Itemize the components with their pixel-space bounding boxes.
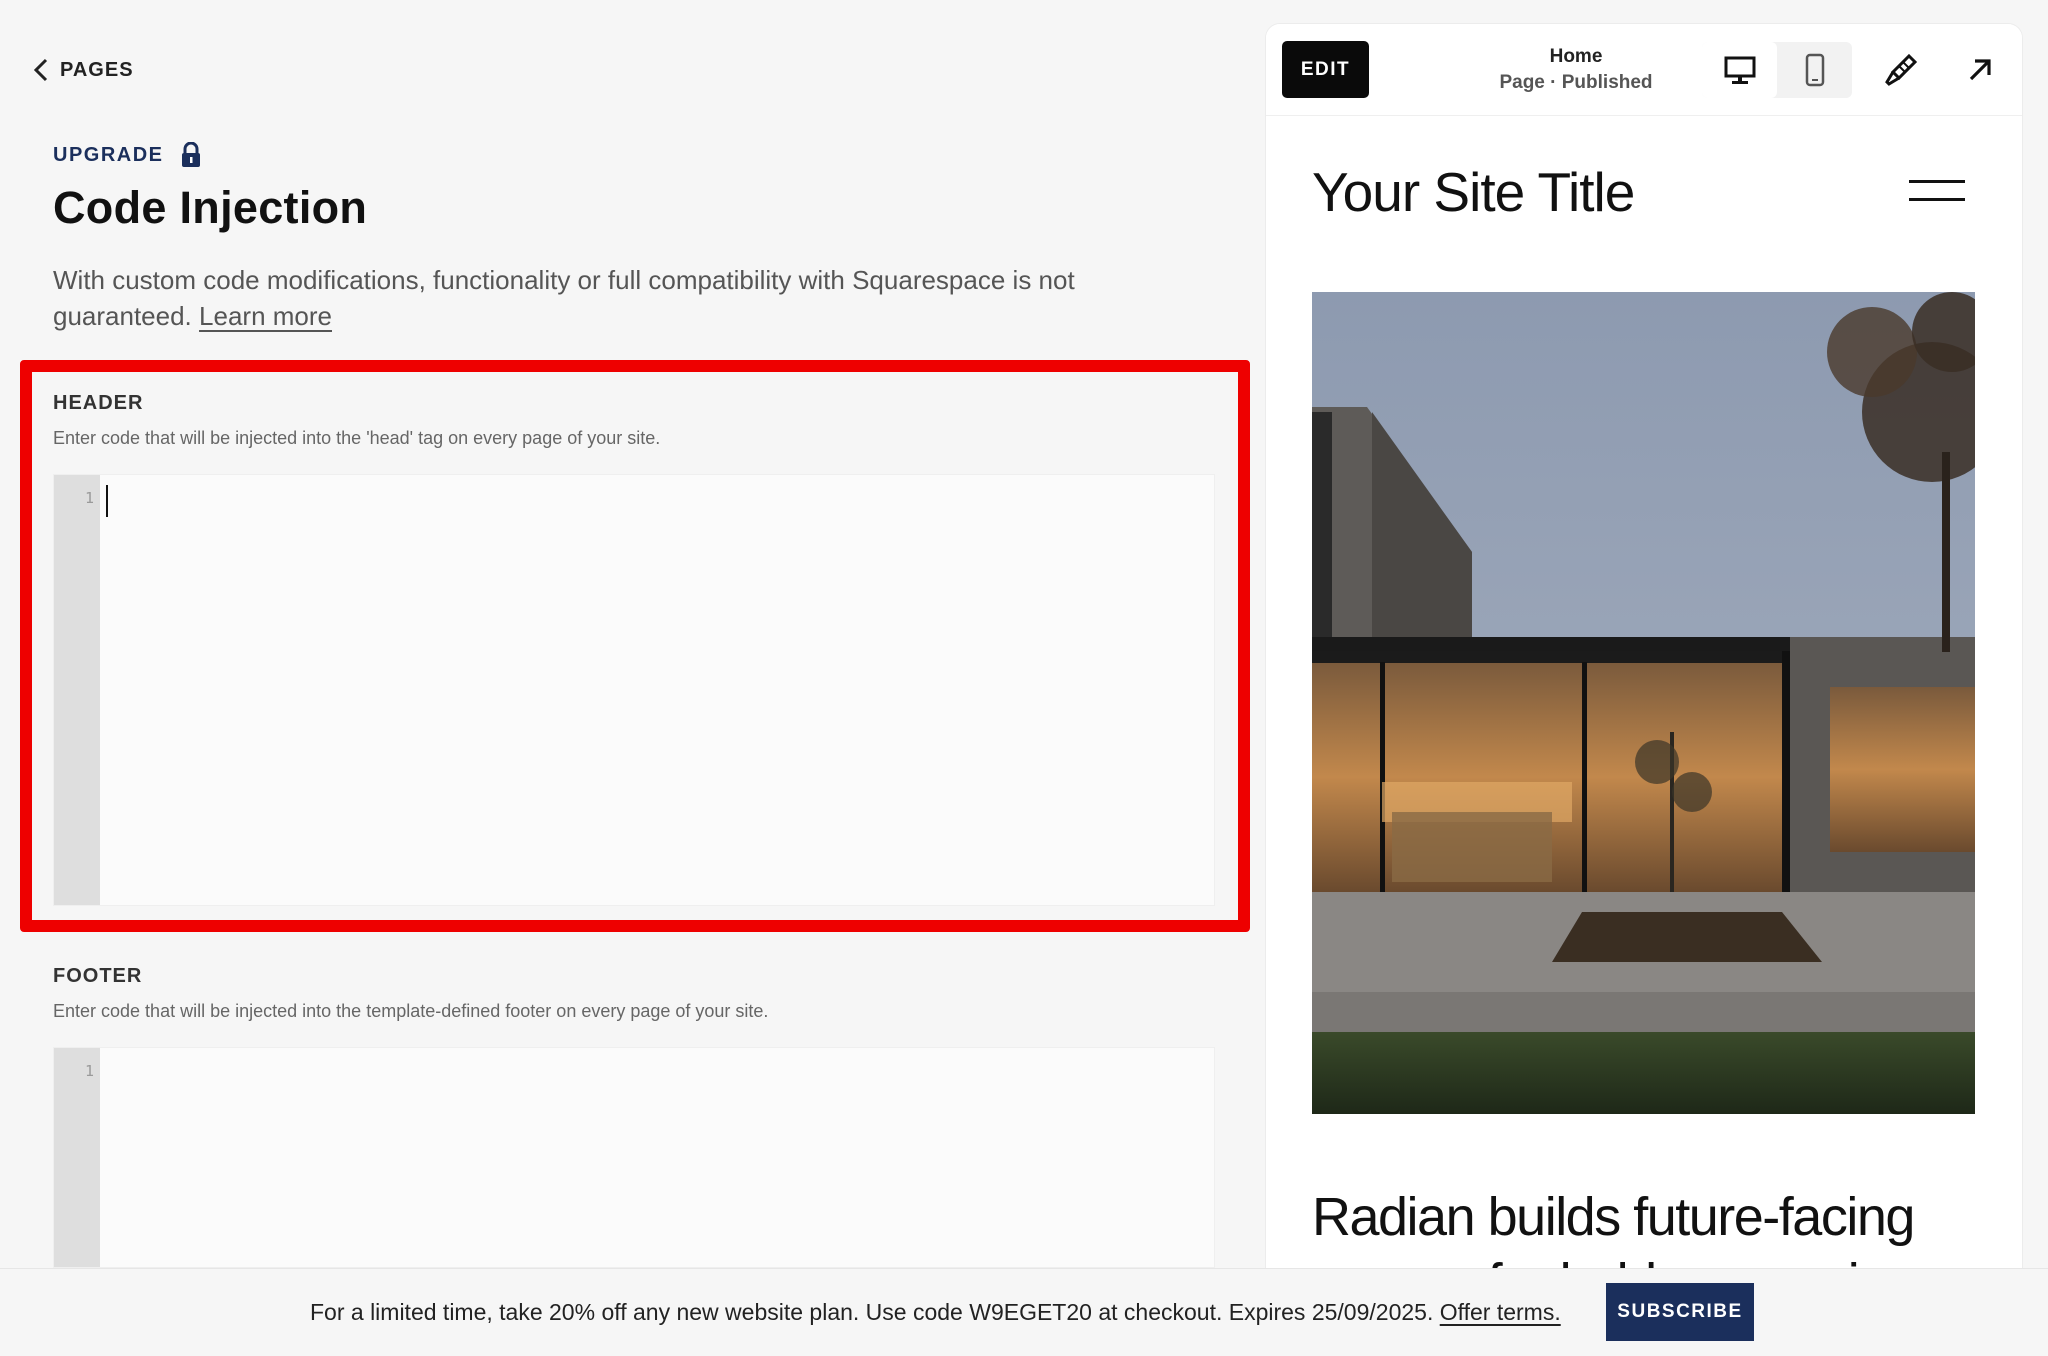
open-site-button[interactable]: [1962, 52, 1998, 88]
desktop-view-button[interactable]: [1702, 42, 1777, 98]
footer-code-editor[interactable]: 1: [53, 1047, 1215, 1268]
line-number: 1: [84, 1062, 94, 1080]
settings-panel: PAGES UPGRADE Code Injection With custom…: [0, 0, 1262, 1268]
highlight-box: [20, 360, 1250, 932]
chevron-left-icon: [33, 58, 48, 82]
mobile-icon: [1805, 53, 1824, 87]
site-preview: EDIT Home Page · Published Your Site Tit…: [1266, 24, 2022, 1268]
upgrade-badge[interactable]: UPGRADE: [53, 142, 202, 168]
hero-headline-line2: spaces for bold expression: [1312, 1252, 1917, 1268]
site-title[interactable]: Your Site Title: [1312, 160, 1635, 224]
mobile-view-button[interactable]: [1777, 42, 1852, 98]
desktop-icon: [1724, 56, 1755, 84]
description: With custom code modifications, function…: [53, 262, 1193, 334]
offer-terms-link[interactable]: Offer terms.: [1440, 1299, 1561, 1325]
house-illustration: [1312, 292, 1975, 1114]
learn-more-link[interactable]: Learn more: [199, 301, 332, 331]
external-link-icon: [1969, 59, 1991, 81]
page-info: Home Page · Published: [1466, 44, 1686, 96]
page-name: Home: [1549, 46, 1603, 67]
line-gutter: 1: [54, 1048, 100, 1267]
footer-section-label: FOOTER: [53, 965, 143, 987]
menu-icon[interactable]: [1909, 180, 1965, 202]
upgrade-label: UPGRADE: [53, 143, 164, 166]
subscribe-button[interactable]: SUBSCRIBE: [1606, 1283, 1754, 1341]
promo-message: For a limited time, take 20% off any new…: [310, 1299, 1561, 1326]
lock-icon: [181, 142, 200, 167]
style-brush-button[interactable]: [1883, 52, 1919, 88]
hero-image: [1312, 292, 1975, 1114]
promo-text: For a limited time, take 20% off any new…: [310, 1299, 1434, 1325]
back-label: PAGES: [60, 58, 134, 81]
promo-banner: For a limited time, take 20% off any new…: [0, 1268, 2048, 1356]
footer-section-help: Enter code that will be injected into th…: [53, 1001, 769, 1021]
back-to-pages-link[interactable]: PAGES: [32, 57, 134, 83]
page-title: Code Injection: [53, 182, 368, 233]
hero-headline: Radian builds future-facing: [1312, 1187, 1915, 1247]
brush-icon: [1885, 53, 1918, 86]
app-root: PAGES UPGRADE Code Injection With custom…: [0, 0, 2048, 1356]
page-status: Page · Published: [1499, 72, 1653, 93]
device-toggle: [1702, 42, 1852, 98]
preview-toolbar: EDIT Home Page · Published: [1266, 24, 2022, 116]
edit-button[interactable]: EDIT: [1282, 41, 1369, 98]
